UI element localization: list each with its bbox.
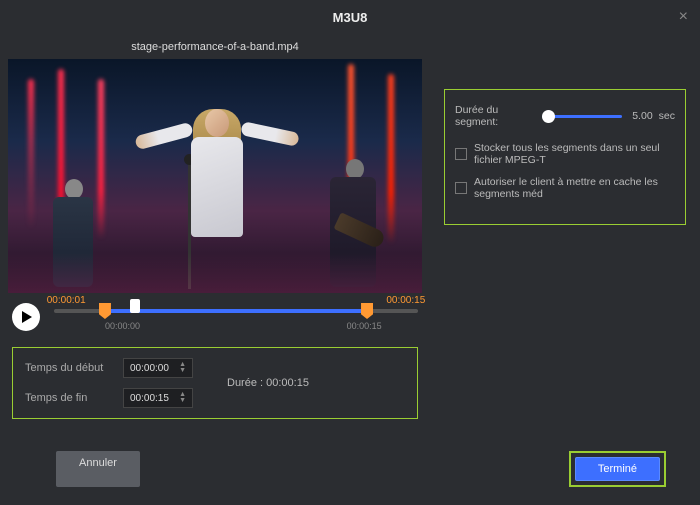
dialog-footer: Annuler Terminé	[0, 451, 700, 487]
allow-cache-label: Autoriser le client à mettre en cache le…	[474, 176, 675, 200]
store-single-checkbox[interactable]	[455, 148, 467, 160]
trim-handle-start[interactable]	[99, 303, 111, 319]
stepper-icon[interactable]: ▲▼	[179, 362, 186, 374]
done-button[interactable]: Terminé	[575, 457, 660, 481]
main-content: stage-performance-of-a-band.mp4 00:00:01…	[0, 35, 700, 455]
allow-cache-checkbox[interactable]	[455, 182, 467, 194]
play-button[interactable]	[12, 303, 40, 331]
end-time-input[interactable]: 00:00:15 ▲▼	[123, 388, 193, 408]
scale-start-label: 00:00:00	[105, 321, 140, 331]
right-panel: Durée du segment: 5.00 sec Stocker tous …	[430, 35, 700, 455]
trim-handle-end[interactable]	[361, 303, 373, 319]
slider-thumb[interactable]	[542, 110, 555, 123]
player-controls: 00:00:01 00:00:15 00:00:00 00:00:15	[8, 293, 422, 341]
segment-duration-label: Durée du segment:	[455, 104, 532, 128]
close-button[interactable]: ×	[679, 8, 688, 26]
segment-duration-slider[interactable]	[542, 115, 622, 118]
range-start-label: 00:00:01	[47, 295, 86, 306]
range-end-label: 00:00:15	[386, 295, 425, 306]
end-time-label: Temps de fin	[25, 392, 113, 404]
timeline-range	[105, 309, 367, 313]
scale-end-label: 00:00:15	[347, 321, 382, 331]
segment-duration-unit: sec	[659, 110, 675, 122]
timeline[interactable]: 00:00:01 00:00:15 00:00:00 00:00:15	[54, 301, 418, 333]
duration-display: Durée : 00:00:15	[227, 377, 309, 389]
store-single-label: Stocker tous les segments dans un seul f…	[474, 142, 675, 166]
stepper-icon[interactable]: ▲▼	[179, 392, 186, 404]
trim-settings: Temps du début 00:00:00 ▲▼ Temps de fin …	[12, 347, 418, 419]
filename-label: stage-performance-of-a-band.mp4	[8, 35, 422, 59]
cancel-button[interactable]: Annuler	[56, 451, 140, 487]
start-time-input[interactable]: 00:00:00 ▲▼	[123, 358, 193, 378]
m3u8-settings: Durée du segment: 5.00 sec Stocker tous …	[444, 89, 686, 225]
start-time-label: Temps du début	[25, 362, 113, 374]
segment-duration-value: 5.00	[632, 110, 652, 122]
playhead[interactable]	[130, 299, 140, 313]
video-preview[interactable]	[8, 59, 422, 293]
dialog-title: M3U8	[0, 0, 700, 35]
left-panel: stage-performance-of-a-band.mp4 00:00:01…	[0, 35, 430, 455]
